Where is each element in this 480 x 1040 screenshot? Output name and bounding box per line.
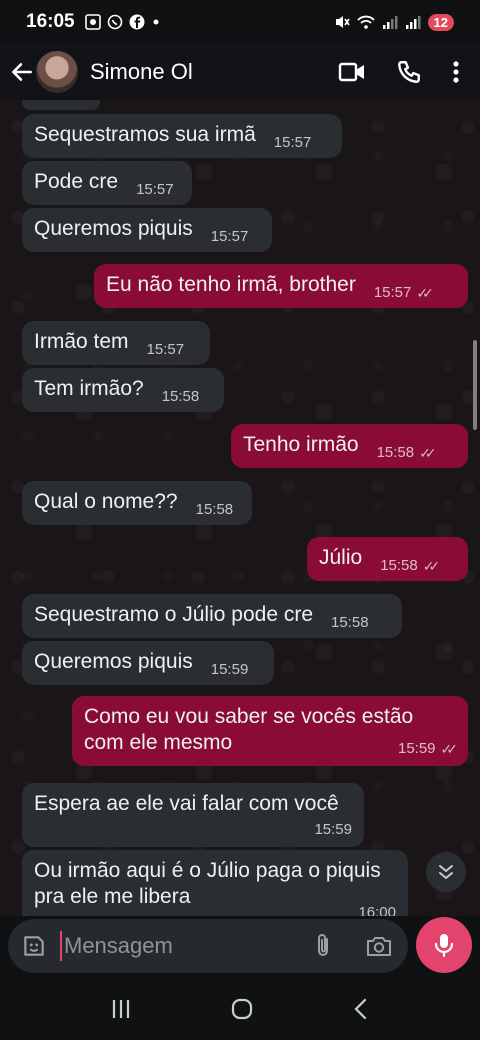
contact-name[interactable]: Simone Ol: [90, 59, 193, 85]
message-outgoing[interactable]: Como eu vou saber se vocês estão com ele…: [72, 696, 468, 766]
double-check-icon: ✓✓: [422, 558, 441, 574]
screen-recorder-icon: [84, 14, 101, 30]
signal-icon: [382, 16, 398, 29]
message-text: Qual o nome??: [34, 490, 178, 513]
message-outgoing[interactable]: Júlio 15:58 ✓✓: [307, 537, 468, 581]
dot-icon: [153, 19, 159, 25]
scrollbar[interactable]: [473, 340, 477, 430]
avatar[interactable]: [36, 51, 78, 93]
double-check-icon: ✓✓: [419, 445, 437, 461]
message-text: Como eu vou saber se vocês estão com ele…: [84, 705, 414, 754]
phone-icon[interactable]: [396, 59, 422, 85]
message-text: Eu não tenho irmã, brother: [106, 273, 356, 296]
message-incoming[interactable]: Queremos piquis 15:57: [22, 208, 272, 252]
message-text: Irmão tem: [34, 330, 129, 353]
header-actions: [338, 59, 460, 85]
message-input[interactable]: Mensagem: [64, 933, 308, 959]
message-incoming[interactable]: Pode cre 15:57: [22, 161, 192, 205]
wifi-icon: [356, 15, 375, 29]
signal-icon-2: [405, 16, 421, 29]
message-text: Júlio: [319, 546, 363, 569]
video-call-icon[interactable]: [338, 61, 366, 83]
message-incoming[interactable]: Sequestramo o Júlio pode cre 15:58: [22, 594, 402, 638]
message-text: Queremos piquis: [34, 650, 193, 673]
message-outgoing[interactable]: Eu não tenho irmã, brother 15:57 ✓✓: [94, 264, 468, 308]
message-text: Tenho irmão: [243, 433, 359, 456]
facebook-icon: [129, 14, 145, 30]
recent-apps-icon[interactable]: [109, 998, 133, 1020]
message-time: 15:57: [273, 134, 312, 151]
double-check-icon: ✓✓: [440, 741, 459, 757]
message-time: 15:57 ✓✓: [374, 280, 434, 306]
message-time: 15:58: [331, 614, 369, 631]
system-nav-bar: [0, 978, 480, 1040]
whatsapp-icon: [107, 14, 122, 30]
double-check-icon: ✓✓: [416, 285, 434, 301]
more-options-icon[interactable]: [452, 60, 460, 84]
message-time: 15:59 ✓✓: [398, 736, 459, 762]
mic-button[interactable]: [416, 917, 472, 973]
message-time: 15:58 ✓✓: [380, 553, 441, 579]
camera-icon: [367, 937, 391, 956]
message-outgoing[interactable]: Tenho irmão 15:58 ✓✓: [231, 424, 468, 468]
home-icon[interactable]: [230, 997, 254, 1021]
message-incoming[interactable]: Sequestramos sua irmã 15:57: [22, 114, 342, 158]
attach-button[interactable]: [308, 931, 338, 961]
system-status: 12: [334, 13, 454, 31]
nav-back-icon[interactable]: [351, 997, 371, 1021]
mic-icon: [434, 934, 454, 958]
chat-header: Simone Ol: [0, 44, 480, 100]
message-incoming[interactable]: Tem irmão? 15:58: [22, 368, 224, 412]
message-time: 15:59: [314, 821, 352, 838]
back-arrow-icon: [12, 63, 32, 81]
double-chevron-down-icon: [439, 865, 453, 879]
status-bar: 16:05 12: [0, 0, 480, 44]
message-time: 15:58: [195, 501, 234, 518]
message-text: Espera ae ele vai falar com você: [34, 792, 339, 815]
message-time: 15:59: [210, 661, 249, 678]
chat-area[interactable]: Sequestramos sua irmã 15:57 Pode cre 15:57…: [0, 100, 480, 916]
message-input-box[interactable]: Mensagem: [8, 919, 408, 973]
message-time: 15:58: [161, 388, 200, 405]
message-incoming[interactable]: Qual o nome?? 15:58: [22, 481, 252, 525]
mute-icon: [335, 16, 350, 28]
attach-icon: [318, 934, 328, 956]
notification-icons: [84, 14, 161, 30]
status-time: 16:05: [26, 11, 75, 32]
composer-bar: Mensagem: [0, 916, 480, 978]
sticker-icon: [24, 936, 44, 956]
message-text: Sequestramo o Júlio pode cre: [34, 603, 313, 626]
message-time: 15:57: [136, 181, 174, 198]
message-incoming[interactable]: Ou irmão aqui é o Júlio paga o piquis pr…: [22, 850, 408, 916]
message-incoming[interactable]: Espera ae ele vai falar com você 15:59: [22, 783, 364, 847]
message-text: Pode cre: [34, 170, 119, 193]
message-time: 15:57: [146, 341, 185, 358]
message-text: Sequestramos sua irmã: [34, 123, 256, 146]
message-incoming[interactable]: Irmão tem 15:57: [22, 321, 210, 365]
message-time: 15:57: [210, 228, 249, 245]
sticker-button[interactable]: [20, 932, 48, 960]
message-text: Ou irmão aqui é o Júlio paga o piquis pr…: [34, 859, 381, 908]
message-time: 16:00: [358, 904, 396, 916]
previous-message-edge: [22, 100, 100, 110]
message-time: 15:58 ✓✓: [377, 440, 437, 466]
camera-button[interactable]: [364, 931, 394, 961]
scroll-to-bottom-button[interactable]: [426, 852, 466, 892]
battery-badge: 12: [427, 13, 454, 31]
message-text: Queremos piquis: [34, 217, 193, 240]
message-incoming[interactable]: Queremos piquis 15:59: [22, 641, 274, 685]
message-text: Tem irmão?: [34, 377, 144, 400]
text-caret: [60, 931, 62, 961]
